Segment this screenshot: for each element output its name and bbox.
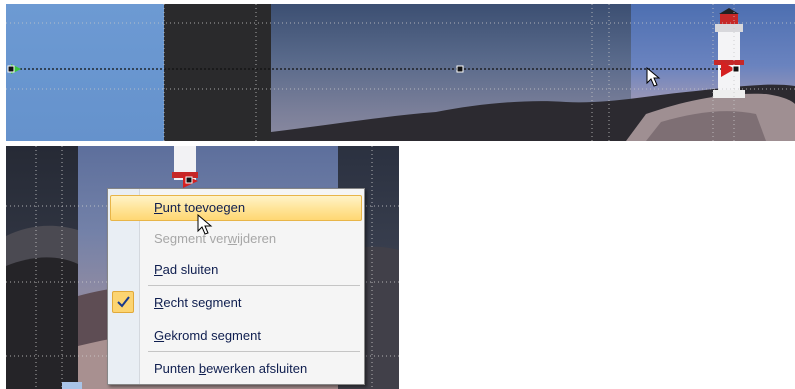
- menu-item-curved-segment[interactable]: Gekromd segment: [110, 323, 362, 349]
- menu-item-label: Punt toevoegen: [154, 200, 246, 215]
- start-point-handle-icon[interactable]: [6, 62, 24, 76]
- menu-item-close-path[interactable]: Pad sluiten: [110, 257, 362, 283]
- menu-item-add-point[interactable]: Punt toevoegen: [110, 195, 362, 221]
- menu-item-label: Segment verwijderen: [154, 231, 277, 246]
- screenshot-root: Punt toevoegen Segment verwijderen Pad s…: [0, 0, 795, 389]
- mid-point-handle-icon[interactable]: [456, 65, 464, 73]
- menu-cursor-icon: [197, 214, 213, 235]
- top-scene-overlay: [6, 4, 795, 141]
- menu-item-exit-edit-points[interactable]: Punten bewerken afsluiten: [110, 356, 362, 382]
- menu-item-label: Pad sluiten: [154, 262, 219, 277]
- selection-marker: [62, 382, 82, 389]
- checkmark-icon: [117, 296, 130, 308]
- end-point-handle-icon[interactable]: [719, 58, 741, 80]
- menu-item-label: Punten bewerken afsluiten: [154, 361, 308, 376]
- menu-item-delete-segment[interactable]: Segment verwijderen: [110, 226, 362, 252]
- arrow-cursor-icon: [646, 67, 661, 87]
- lighthouse-graphic: [713, 8, 745, 98]
- context-menu: Punt toevoegen Segment verwijderen Pad s…: [107, 188, 365, 385]
- menu-item-label: Recht segment: [154, 295, 242, 310]
- menu-item-label: Gekromd segment: [154, 328, 261, 343]
- menu-separator: [148, 351, 360, 352]
- slide-canvas-top[interactable]: [6, 4, 795, 141]
- menu-item-straight-segment[interactable]: Recht segment: [110, 290, 362, 316]
- menu-separator: [148, 285, 360, 286]
- checked-indicator: [112, 291, 134, 313]
